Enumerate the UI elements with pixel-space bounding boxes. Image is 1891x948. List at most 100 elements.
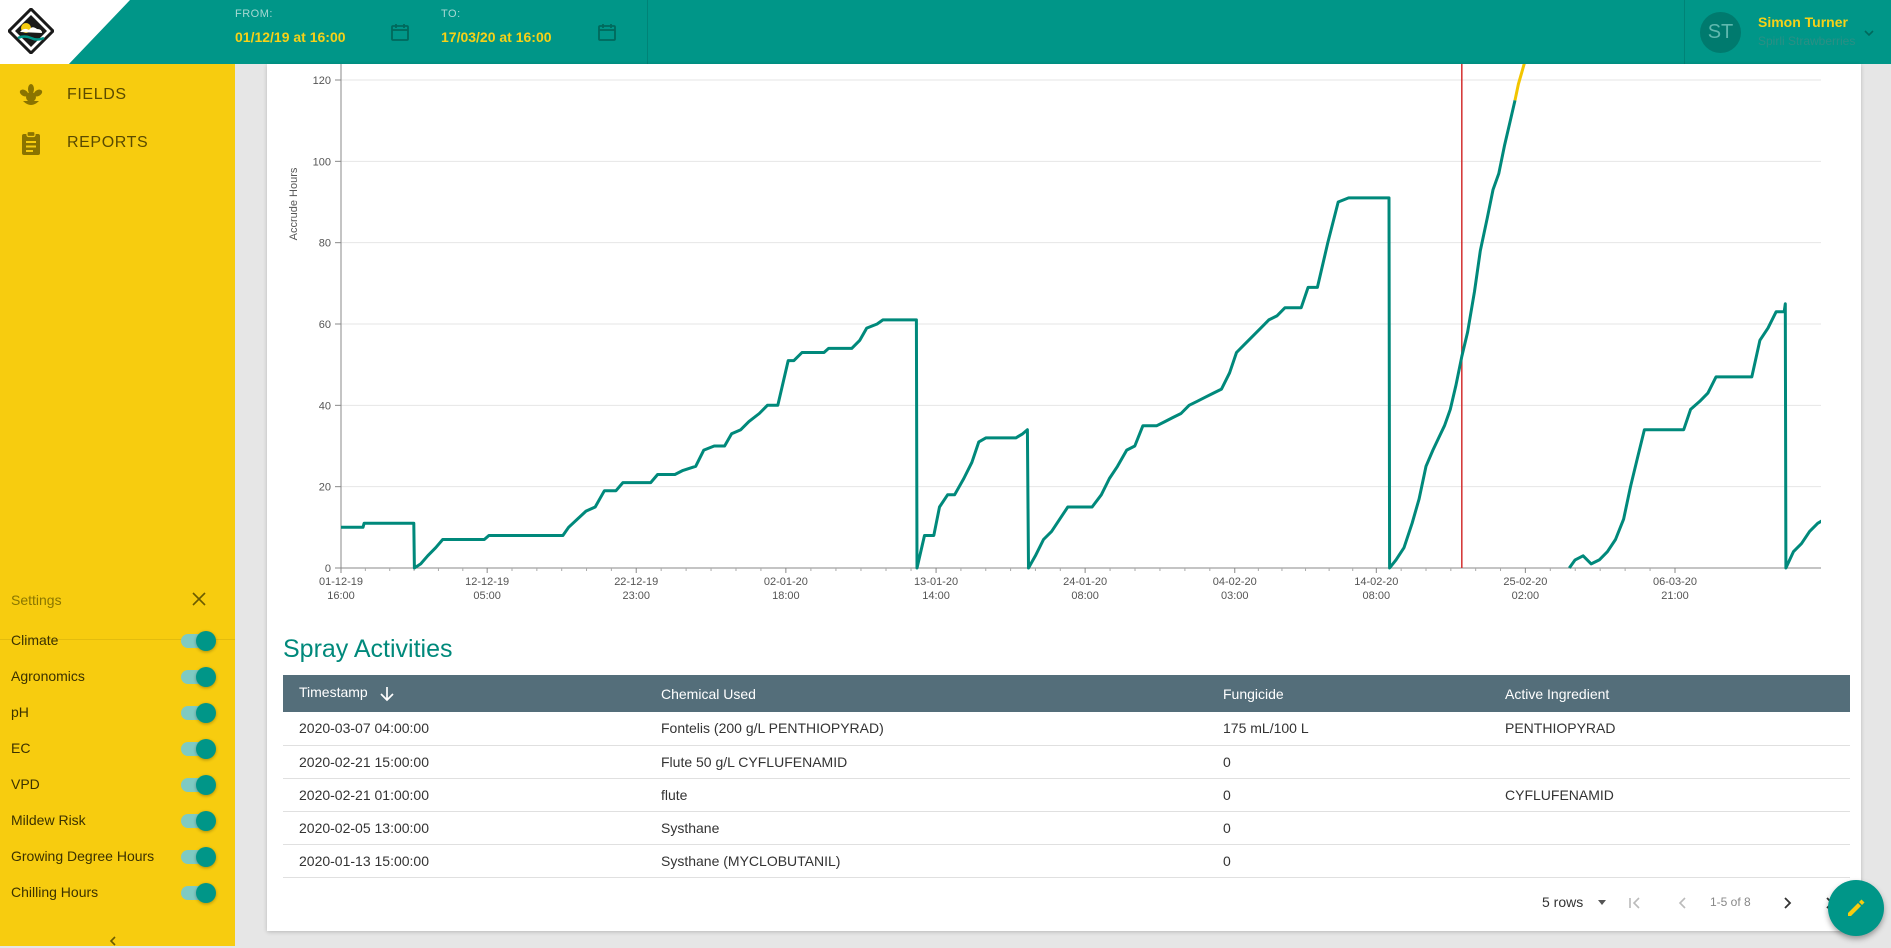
setting-label: Chilling Hours bbox=[11, 884, 99, 900]
y-tick-label: 0 bbox=[325, 563, 331, 575]
spray-activities-title: Spray Activities bbox=[283, 635, 453, 663]
to-date-block: TO: 17/03/20 at 16:00 bbox=[441, 8, 552, 45]
cell-active-ingredient: CYFLUFENAMID bbox=[1505, 786, 1614, 803]
logo-container bbox=[0, 0, 130, 64]
x-tick-label: 08:00 bbox=[1071, 590, 1099, 602]
column-header-fungicide[interactable]: Fungicide bbox=[1207, 675, 1489, 712]
cell-fungicide: 0 bbox=[1223, 786, 1231, 803]
sidebar-item-reports[interactable]: REPORTS bbox=[0, 123, 235, 163]
cell-timestamp: 2020-01-13 15:00:00 bbox=[299, 852, 429, 869]
chart-series bbox=[341, 64, 1821, 570]
ph-toggle[interactable] bbox=[181, 703, 216, 723]
x-tick-label: 06-03-20 bbox=[1653, 576, 1697, 588]
toggle-knob bbox=[196, 631, 216, 651]
cell-fungicide: 0 bbox=[1223, 753, 1231, 770]
table-row[interactable]: 2020-02-21 01:00:00 flute 0 CYFLUFENAMID bbox=[283, 778, 1850, 811]
sidebar: FIELDS REPORTS Settings Climate Agronomi… bbox=[0, 64, 235, 946]
setting-chilling-hours: Chilling Hours bbox=[0, 878, 235, 908]
column-header-label: Timestamp bbox=[299, 684, 368, 701]
toggle-knob bbox=[196, 703, 216, 723]
cell-fungicide: 0 bbox=[1223, 819, 1231, 836]
x-tick-label: 23:00 bbox=[622, 590, 650, 602]
table-row[interactable]: 2020-02-21 15:00:00 Flute 50 g/L CYFLUFE… bbox=[283, 745, 1850, 778]
setting-label: Mildew Risk bbox=[11, 812, 86, 828]
series-line bbox=[341, 99, 1517, 570]
column-header-active-ingredient[interactable]: Active Ingredient bbox=[1489, 675, 1850, 712]
arrow-down-icon[interactable] bbox=[378, 685, 396, 703]
sidebar-item-fields[interactable]: FIELDS bbox=[0, 75, 235, 115]
avatar[interactable]: ST bbox=[1700, 12, 1741, 53]
cell-chemical: flute bbox=[661, 786, 688, 803]
x-tick-label: 14:00 bbox=[922, 590, 950, 602]
from-date-value[interactable]: 01/12/19 at 16:00 bbox=[235, 29, 346, 45]
table-pagination: 5 rows 1-5 of 8 bbox=[283, 875, 1850, 931]
x-tick-label: 24-01-20 bbox=[1063, 576, 1107, 588]
calendar-icon[interactable] bbox=[597, 22, 617, 42]
pencil-icon bbox=[1848, 899, 1865, 916]
ec-toggle[interactable] bbox=[181, 739, 216, 759]
calendar-icon[interactable] bbox=[390, 22, 410, 42]
x-tick-label: 01-12-19 bbox=[319, 576, 363, 588]
user-name[interactable]: Simon Turner bbox=[1758, 14, 1848, 30]
toggle-knob bbox=[196, 883, 216, 903]
setting-label: VPD bbox=[11, 776, 40, 792]
setting-label: pH bbox=[11, 704, 29, 720]
to-date-value[interactable]: 17/03/20 at 16:00 bbox=[441, 29, 552, 45]
setting-label: EC bbox=[11, 740, 31, 756]
table-row[interactable]: 2020-02-05 13:00:00 Systhane 0 bbox=[283, 811, 1850, 844]
table-row[interactable]: 2020-01-13 15:00:00 Systhane (MYCLOBUTAN… bbox=[283, 844, 1850, 877]
chevron-down-icon[interactable] bbox=[1862, 26, 1876, 40]
table-row[interactable]: 2020-03-07 04:00:00 Fontelis (200 g/L PE… bbox=[283, 712, 1850, 745]
from-label: FROM: bbox=[235, 8, 273, 20]
caret-down-icon[interactable] bbox=[1595, 895, 1609, 909]
cell-fungicide: 0 bbox=[1223, 852, 1231, 869]
growing-degree-hours-toggle[interactable] bbox=[181, 847, 216, 867]
next-page-icon[interactable] bbox=[1777, 893, 1797, 913]
toggle-knob bbox=[196, 667, 216, 687]
accrued-hours-chart: 0 20 40 60 80 100 120 01-12-19 16:00 12-12-19 05:… bbox=[288, 64, 1821, 602]
x-tick-label: 04-02-20 bbox=[1213, 576, 1257, 588]
cell-chemical: Systhane (MYCLOBUTANIL) bbox=[661, 852, 841, 869]
y-tick-label: 20 bbox=[319, 482, 331, 494]
rows-per-page-select[interactable]: 5 rows bbox=[1542, 894, 1583, 910]
mildew-risk-toggle[interactable] bbox=[181, 811, 216, 831]
toggle-knob bbox=[196, 739, 216, 759]
setting-climate: Climate bbox=[0, 626, 235, 656]
cell-timestamp: 2020-02-21 01:00:00 bbox=[299, 786, 429, 803]
first-page-icon[interactable] bbox=[1625, 893, 1645, 913]
setting-label: Agronomics bbox=[11, 668, 85, 684]
x-tick-label: 25-02-20 bbox=[1503, 576, 1547, 588]
previous-page-icon[interactable] bbox=[1673, 893, 1693, 913]
x-tick-label: 13-01-20 bbox=[914, 576, 958, 588]
column-header-chemical[interactable]: Chemical Used bbox=[645, 675, 1207, 712]
column-header-timestamp[interactable]: Timestamp bbox=[283, 675, 645, 712]
x-tick-label: 14-02-20 bbox=[1354, 576, 1398, 588]
spray-activities-table: Timestamp Chemical Used Fungicide Active… bbox=[283, 675, 1850, 878]
toggle-knob bbox=[196, 847, 216, 867]
climate-toggle[interactable] bbox=[181, 631, 216, 651]
app-logo-icon[interactable] bbox=[8, 8, 54, 54]
vpd-toggle[interactable] bbox=[181, 775, 216, 795]
y-axis-label: Accrude Hours bbox=[288, 167, 300, 240]
header-divider bbox=[647, 0, 648, 64]
x-tick-label: 02-01-20 bbox=[764, 576, 808, 588]
chilling-hours-toggle[interactable] bbox=[181, 883, 216, 903]
cell-active-ingredient bbox=[1489, 844, 1850, 877]
header-divider bbox=[1684, 0, 1685, 64]
setting-growing-degree-hours: Growing Degree Hours bbox=[0, 842, 235, 872]
series-line bbox=[1568, 302, 1821, 570]
edit-fab-button[interactable] bbox=[1828, 880, 1884, 936]
settings-title: Settings bbox=[11, 592, 62, 608]
setting-vpd: VPD bbox=[0, 770, 235, 800]
setting-label: Climate bbox=[11, 632, 59, 648]
y-tick-label: 100 bbox=[313, 156, 331, 168]
setting-ph: pH bbox=[0, 698, 235, 728]
x-axis-ticks: 01-12-19 16:00 12-12-19 05:00 22-12-19 23:00 0… bbox=[319, 567, 1821, 602]
over-threshold-line bbox=[1513, 64, 1526, 101]
cell-chemical: Systhane bbox=[661, 819, 720, 836]
close-icon[interactable] bbox=[190, 590, 208, 608]
from-date-block: FROM: 01/12/19 at 16:00 bbox=[235, 8, 346, 45]
cell-timestamp: 2020-03-07 04:00:00 bbox=[299, 720, 429, 737]
agronomics-toggle[interactable] bbox=[181, 667, 216, 687]
user-organization: Spirli Strawberries bbox=[1758, 34, 1856, 48]
